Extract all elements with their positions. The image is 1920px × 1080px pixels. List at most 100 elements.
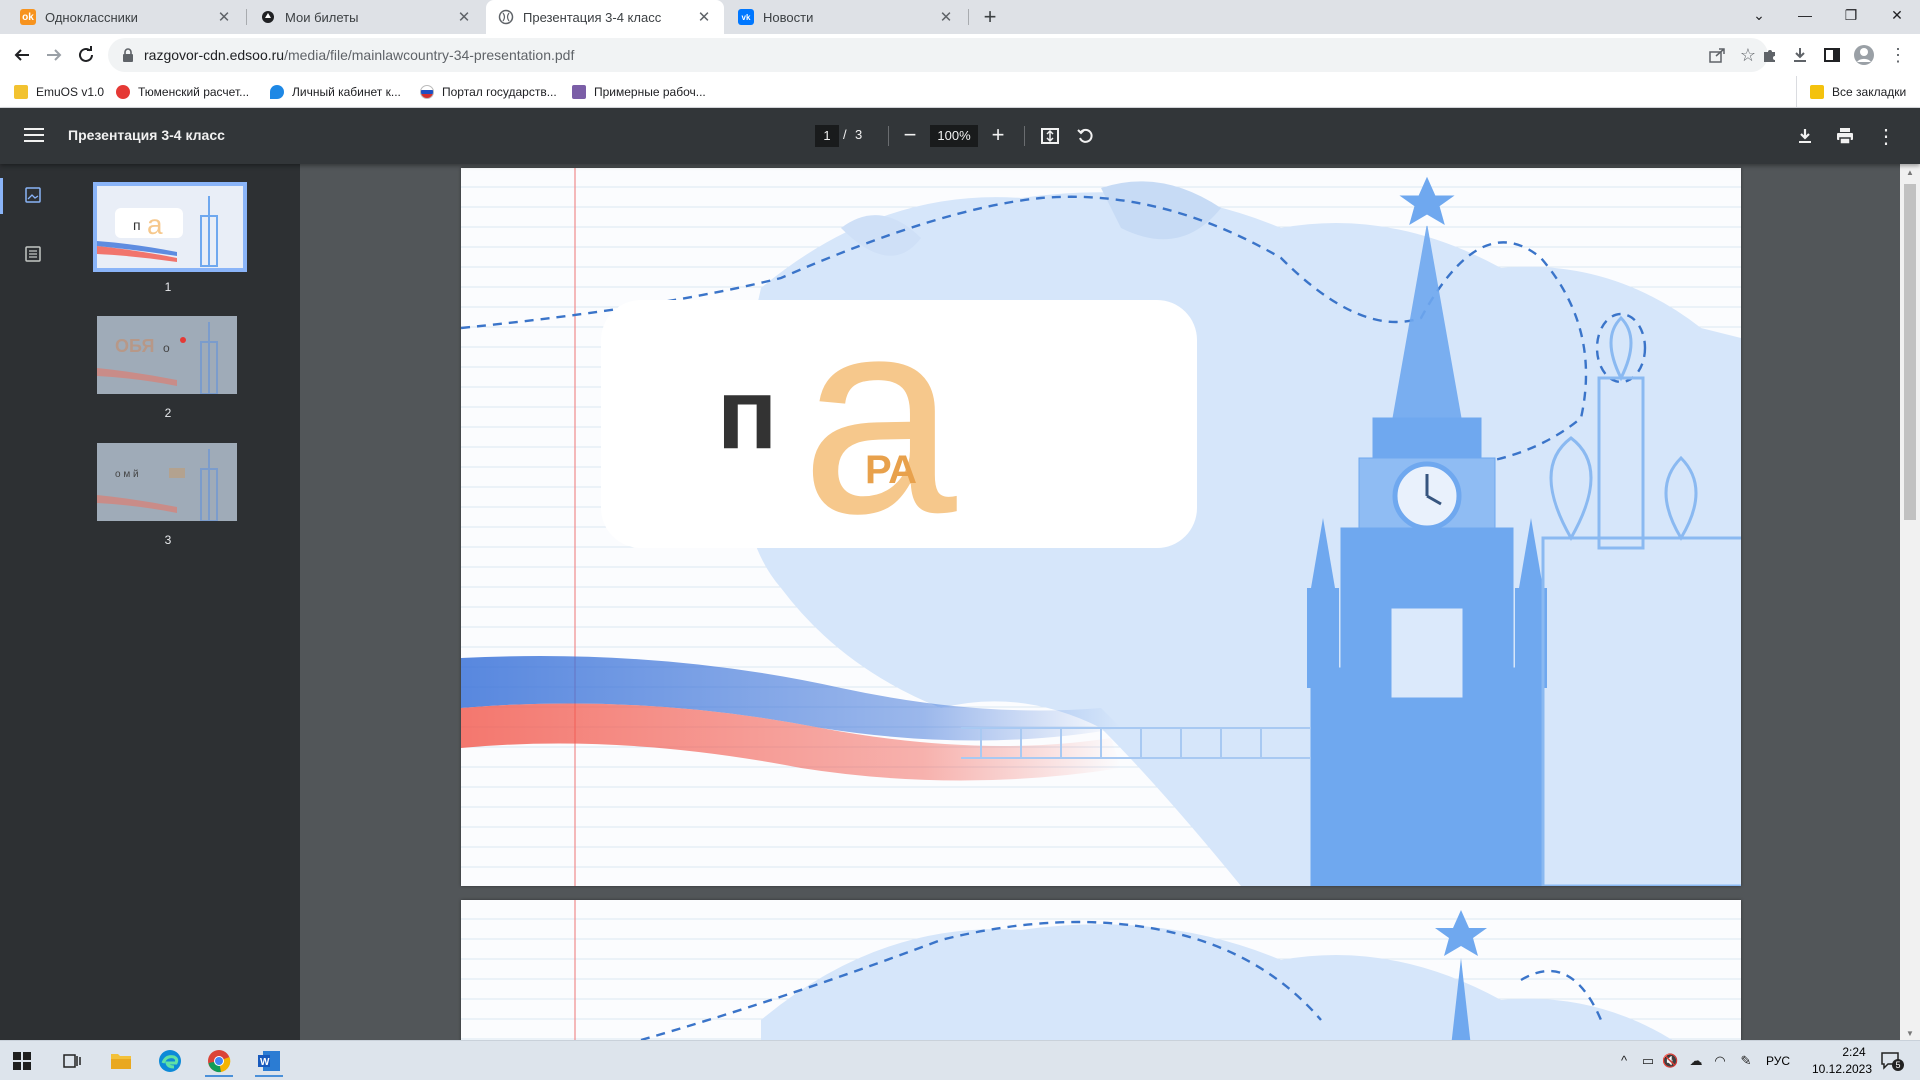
document-viewer[interactable]: п а РА [300,164,1900,1040]
downloads-button[interactable] [1786,41,1814,69]
browser-toolbar: razgovor-cdn.edsoo.ru/media/file/mainlaw… [0,34,1920,76]
tab-news[interactable]: vk Новости ✕ [726,0,966,34]
onedrive-icon[interactable]: ☁ [1688,1053,1704,1069]
reload-button[interactable] [72,41,100,69]
bookmark-personal-cabinet[interactable]: Личный кабинет к... [270,83,401,101]
rotate-button[interactable] [1074,124,1098,148]
zoom-out-button[interactable]: − [898,124,922,148]
arrow-right-icon [47,49,62,61]
browser-menu-button[interactable]: ⋮ [1884,41,1912,69]
hamburger-menu-icon[interactable] [22,124,46,148]
bookmark-emuos[interactable]: EmuOS v1.0 [14,83,104,101]
input-language[interactable]: РУС [1766,1054,1790,1068]
forward-button[interactable] [40,41,68,69]
chevron-up-icon[interactable]: ^ [1616,1053,1632,1069]
page-thumbnail-1[interactable]: п а [93,182,247,272]
bookmark-programs[interactable]: Примерные рабоч... [572,83,706,101]
download-icon [1799,129,1811,143]
slide-illustration [461,168,1741,886]
pdf-download-button[interactable] [1793,124,1817,148]
minimize-button[interactable]: — [1782,0,1828,30]
tab-strip: ok Одноклассники ✕ Мои билеты ✕ Презента… [0,0,1920,34]
fit-page-button[interactable] [1038,124,1062,148]
pdf-page-1: п а РА [461,168,1741,886]
clock-time[interactable]: 2:24 [1824,1045,1884,1059]
scrollbar-thumb[interactable] [1904,184,1916,520]
pen-icon[interactable]: ✎ [1738,1053,1754,1069]
close-icon[interactable]: ✕ [216,8,232,26]
emuos-icon [14,85,28,99]
task-view-button[interactable] [52,1045,92,1077]
scrollbar[interactable]: ▲ ▼ [1900,164,1920,1040]
lock-icon[interactable] [122,48,134,62]
close-icon[interactable]: ✕ [696,8,712,26]
tab-search-icon[interactable]: ⌄ [1736,0,1782,30]
tab-odnoklassniki[interactable]: ok Одноклассники ✕ [8,0,244,34]
back-button[interactable] [8,41,36,69]
address-bar[interactable]: razgovor-cdn.edsoo.ru/media/file/mainlaw… [108,38,1768,72]
vk-icon: vk [738,9,754,25]
url-path: /media/file/mainlawcountry-34-presentati… [284,47,575,63]
thumbnail-number: 3 [164,533,172,547]
bookmark-tyumen[interactable]: Тюменский расчет... [116,83,249,101]
pdf-title: Презентация 3-4 класс [68,127,225,143]
avatar-icon [1854,45,1874,65]
all-bookmarks[interactable]: Все закладки [1810,83,1906,101]
share-icon[interactable] [1708,46,1726,67]
print-button[interactable] [1833,124,1857,148]
thumbnails-view-icon[interactable] [24,186,44,204]
zoom-in-button[interactable]: + [986,124,1010,148]
bookmark-label: Портал государств... [442,85,557,99]
scroll-down-icon[interactable]: ▼ [1906,1029,1914,1038]
chrome-icon [208,1050,231,1073]
close-icon[interactable]: ✕ [938,8,954,26]
profile-button[interactable] [1850,41,1878,69]
clock-date[interactable]: 10.12.2023 [1800,1062,1884,1076]
bookmarks-divider [1796,76,1797,108]
bookmark-label: Тюменский расчет... [138,85,250,99]
folder-icon [1810,85,1824,99]
close-icon[interactable]: ✕ [456,8,472,26]
page-total: 3 [855,127,863,142]
globe-icon [498,9,514,25]
notification-count: 5 [1892,1059,1904,1071]
tyumen-icon [116,85,130,99]
bookmark-gosuslugi[interactable]: Портал государств... [420,83,557,101]
tab-presentation[interactable]: Презентация 3-4 класс ✕ [486,0,724,34]
battery-icon[interactable]: ▭ [1640,1053,1656,1069]
svg-text:о м й: о м й [115,469,139,480]
side-panel-button[interactable] [1818,41,1846,69]
tab-my-tickets[interactable]: Мои билеты ✕ [248,0,484,34]
close-window-button[interactable]: ✕ [1874,0,1920,30]
restore-button[interactable]: ❐ [1828,0,1874,30]
scroll-up-icon[interactable]: ▲ [1906,168,1914,177]
zoom-level-input[interactable]: 100% [930,125,978,147]
slide-letter-a: а [801,260,957,572]
page-thumbnail-3[interactable]: о м й [97,443,237,521]
svg-text:о: о [163,341,170,355]
star-icon[interactable]: ☆ [1740,45,1756,66]
extensions-button[interactable] [1756,41,1784,69]
file-explorer-button[interactable] [101,1045,141,1077]
page-number-input[interactable]: 1 [815,125,839,147]
pdf-toolbar: Презентация 3-4 класс 1 / 3 − 100% + ⋮ [0,108,1920,164]
chrome-button[interactable] [199,1045,239,1077]
tab-divider [968,9,969,25]
toolbar-divider [888,126,889,146]
word-button[interactable]: W [249,1045,289,1077]
notifications-button[interactable]: 5 [1880,1051,1904,1071]
new-tab-button[interactable]: + [976,3,1004,31]
edge-button[interactable] [150,1045,190,1077]
tab-title: Одноклассники [45,9,138,25]
page-thumbnail-2[interactable]: ОБЯ о [97,316,237,394]
gas-icon [270,85,284,99]
svg-text:W: W [260,1057,270,1068]
arrow-left-icon [14,49,29,61]
start-button[interactable] [2,1045,42,1077]
wifi-icon[interactable]: ◠ [1712,1053,1728,1069]
pdf-more-icon[interactable]: ⋮ [1874,124,1898,148]
sidebar-rail [0,164,68,1040]
bookmark-label: Личный кабинет к... [292,85,401,99]
volume-muted-icon[interactable]: 🔇 [1662,1053,1678,1069]
outline-view-icon[interactable] [24,245,44,263]
